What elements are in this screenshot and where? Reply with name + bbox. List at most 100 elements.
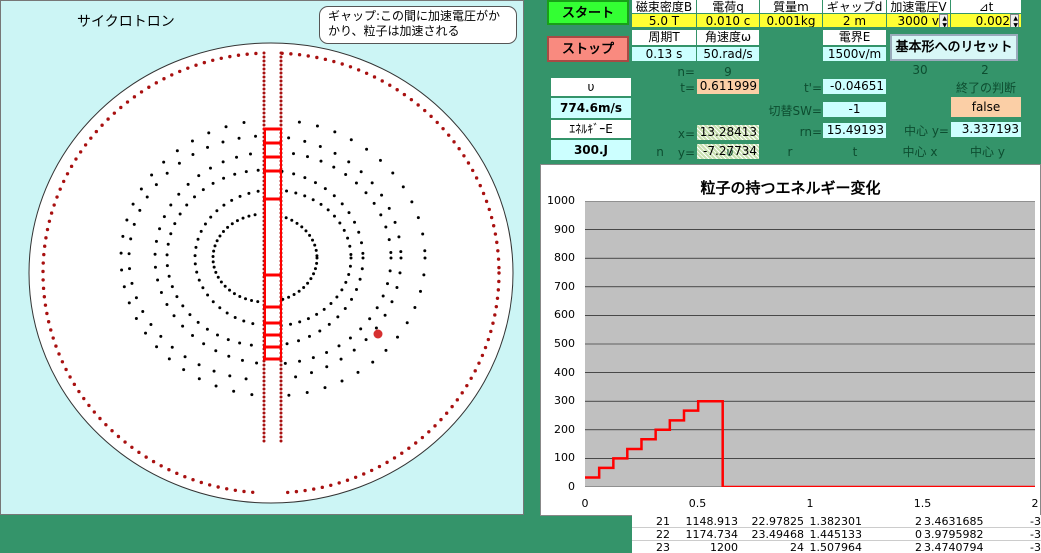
- orbit-dot: [310, 371, 314, 375]
- orbit-dot: [194, 245, 198, 249]
- gap-dot: [262, 119, 266, 123]
- dee-dot: [466, 161, 471, 165]
- y-tick-label: 900: [554, 222, 575, 236]
- dee-dot: [132, 95, 137, 99]
- table-cell: 21: [656, 515, 670, 528]
- orbit-dot: [360, 241, 364, 245]
- page-title: サイクロトロン: [77, 14, 175, 30]
- orbit-dot: [397, 235, 401, 239]
- orbit-dot: [240, 358, 244, 362]
- dt-spinner[interactable]: ▲ ▼: [1010, 14, 1019, 27]
- dee-dot: [474, 176, 479, 180]
- orbit-dot: [359, 170, 363, 174]
- orbit-dot: [314, 248, 318, 252]
- v-spinner[interactable]: ▲ ▼: [939, 14, 948, 27]
- orbit-dot: [221, 140, 225, 144]
- orbit-dot: [325, 350, 329, 354]
- cy-label: 中心 y=: [904, 124, 949, 138]
- dee-dot: [82, 396, 86, 401]
- t-value: 0.611999: [697, 79, 759, 94]
- dee-dot: [423, 108, 427, 113]
- orbit-dot: [132, 222, 136, 226]
- orbit-dot: [205, 327, 209, 331]
- orbit-dot: [399, 250, 403, 254]
- b-value[interactable]: 5.0 T: [632, 14, 696, 27]
- dt-value[interactable]: 0.002 ▲ ▼: [951, 14, 1021, 27]
- orbit-dot: [389, 250, 393, 254]
- dee-dot: [216, 485, 220, 489]
- gap-dot: [279, 383, 283, 387]
- dee-dot: [78, 150, 83, 154]
- orbit-dot: [399, 256, 403, 260]
- orbit-dot: [340, 202, 344, 206]
- v-value[interactable]: 3000 v ▲ ▼: [887, 14, 950, 27]
- orbit-dot: [318, 145, 322, 149]
- orbit-dot: [139, 187, 143, 191]
- dee-dot: [92, 410, 97, 414]
- start-button[interactable]: スタート: [547, 0, 629, 25]
- dee-dot: [83, 143, 88, 147]
- dee-dot: [211, 58, 215, 62]
- dee-dot: [496, 249, 500, 253]
- dee-dot: [251, 490, 255, 494]
- orbit-dot: [238, 341, 242, 345]
- orbit-dot: [309, 277, 313, 281]
- energy-value: 300.J: [551, 140, 631, 160]
- gap-dot: [279, 403, 283, 407]
- orbit-dot: [119, 251, 123, 255]
- gap-dot: [279, 103, 283, 107]
- dee-dot: [49, 328, 53, 332]
- dee-dot: [484, 199, 489, 204]
- m-value[interactable]: 0.001kg: [760, 14, 822, 27]
- orbit-dot: [300, 225, 304, 229]
- orbit-dot: [289, 322, 293, 326]
- orbit-dot: [423, 256, 427, 260]
- dee-dot: [414, 441, 418, 445]
- dee-dot: [409, 97, 414, 102]
- orbit-dot: [416, 216, 420, 220]
- gap-dot: [262, 59, 266, 63]
- dee-dot: [42, 244, 47, 248]
- orbit-dot: [287, 136, 291, 140]
- omega-label: 角速度ω: [697, 30, 759, 45]
- dee-dot: [420, 435, 425, 440]
- orbit-dot: [167, 274, 171, 278]
- orbit-dot: [292, 172, 296, 176]
- dee-dot: [429, 114, 433, 119]
- gap-dot: [279, 51, 283, 55]
- x-value: 13.28413: [697, 125, 759, 140]
- orbit-dot: [287, 393, 291, 397]
- stop-button[interactable]: ストップ: [547, 36, 629, 62]
- gap-dot: [279, 431, 283, 435]
- orbit-dot: [206, 293, 210, 297]
- orbit-dot: [249, 343, 253, 347]
- orbit-dot: [294, 191, 298, 195]
- orbit-dot: [128, 267, 132, 271]
- energy-label: ｴﾈﾙｷﾞｰE: [551, 120, 631, 138]
- orbit-dot: [125, 218, 129, 222]
- orbit-dot: [211, 260, 215, 264]
- dee-dot: [465, 383, 469, 388]
- orbit-dot: [178, 212, 182, 216]
- orbit-dot: [185, 203, 189, 207]
- end-value: false: [951, 97, 1021, 117]
- orbit-dot: [193, 254, 197, 258]
- table-cell: -3: [1030, 541, 1041, 553]
- d-value[interactable]: 2 m: [823, 14, 886, 27]
- q-value[interactable]: 0.010 c: [697, 14, 759, 27]
- orbit-dot: [315, 312, 319, 316]
- orbit-dot: [291, 152, 295, 156]
- orbit-dot: [370, 181, 374, 185]
- orbit-dot: [233, 172, 237, 176]
- dee-dot: [315, 55, 319, 60]
- reset-button[interactable]: 基本形へのリセット: [890, 34, 1018, 61]
- x-label: x=: [677, 127, 695, 141]
- orbit-dot: [197, 278, 201, 282]
- gap-dot: [262, 379, 266, 383]
- orbit-dot: [389, 256, 393, 260]
- orbit-dot: [340, 288, 344, 292]
- dee-dot: [183, 474, 187, 479]
- gap-dot: [279, 435, 283, 439]
- dee-dot: [254, 51, 258, 56]
- orbit-dot: [214, 349, 218, 353]
